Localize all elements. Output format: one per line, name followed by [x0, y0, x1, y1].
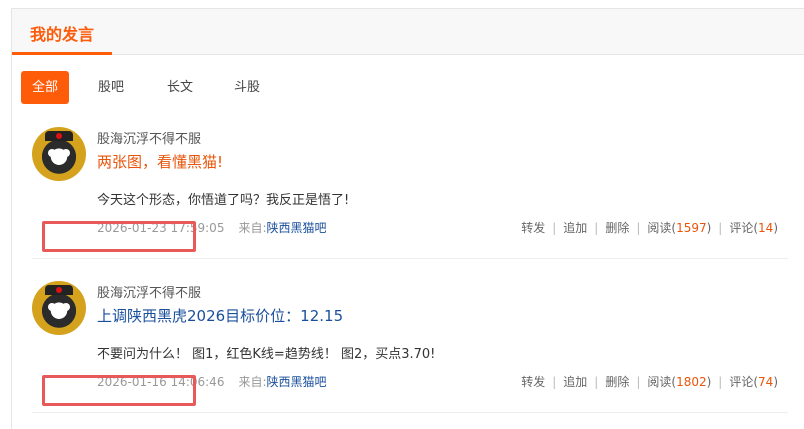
read-count-link[interactable]: 阅读(1802): [647, 375, 711, 389]
post-title[interactable]: 两张图，看懂黑猫!: [97, 151, 223, 172]
delete-button[interactable]: 删除: [605, 221, 629, 235]
panel-title: 我的发言: [30, 25, 95, 44]
post-actions: 转发 | 追加 | 删除 | 阅读(1597) | 评论(14): [521, 221, 778, 235]
comment-count-link[interactable]: 评论(14): [729, 221, 778, 235]
post-item: 股海沉浮不得不服 两张图，看懂黑猫! 今天这个形态，你悟道了吗？我反正是悟了! …: [32, 127, 788, 252]
forward-button[interactable]: 转发: [521, 221, 545, 235]
source-link[interactable]: 陕西黑猫吧: [267, 221, 327, 235]
comment-count: 74: [758, 375, 774, 389]
author-name[interactable]: 股海沉浮不得不服: [97, 128, 201, 147]
avatar[interactable]: [32, 127, 86, 181]
post-content: 今天这个形态，你悟道了吗？我反正是悟了!: [97, 193, 350, 208]
tab-all[interactable]: 全部: [21, 71, 69, 104]
post-actions: 转发 | 追加 | 删除 | 阅读(1802) | 评论(74): [521, 375, 778, 389]
from-label: 来自:: [238, 221, 267, 235]
tab-guba[interactable]: 股吧: [98, 71, 124, 104]
read-count: 1802: [676, 375, 707, 389]
date-highlight-box: [42, 221, 196, 252]
post-item: 股海沉浮不得不服 上调陕西黑虎2026目标价位：12.15 不要问为什么！ 图1…: [32, 281, 788, 406]
read-count-link[interactable]: 阅读(1597): [647, 221, 711, 235]
forward-button[interactable]: 转发: [521, 375, 545, 389]
post-content: 不要问为什么！ 图1，红色K线=趋势线！ 图2，买点3.70!: [97, 347, 436, 362]
author-name[interactable]: 股海沉浮不得不服: [97, 282, 201, 301]
from-label: 来自:: [238, 375, 267, 389]
date-highlight-box: [42, 375, 196, 406]
append-button[interactable]: 追加: [563, 221, 587, 235]
title-underline: [12, 52, 112, 55]
panel-header: 我的发言: [12, 9, 804, 55]
tab-long-article[interactable]: 长文: [167, 71, 193, 104]
delete-button[interactable]: 删除: [605, 375, 629, 389]
source-link[interactable]: 陕西黑猫吧: [267, 375, 327, 389]
tab-dougu[interactable]: 斗股: [234, 71, 260, 104]
post-divider: [32, 412, 788, 413]
append-button[interactable]: 追加: [563, 375, 587, 389]
post-title[interactable]: 上调陕西黑虎2026目标价位：12.15: [97, 305, 343, 326]
read-count: 1597: [676, 221, 707, 235]
comment-count-link[interactable]: 评论(74): [729, 375, 778, 389]
post-divider: [32, 258, 788, 259]
avatar[interactable]: [32, 281, 86, 335]
comment-count: 14: [758, 221, 774, 235]
